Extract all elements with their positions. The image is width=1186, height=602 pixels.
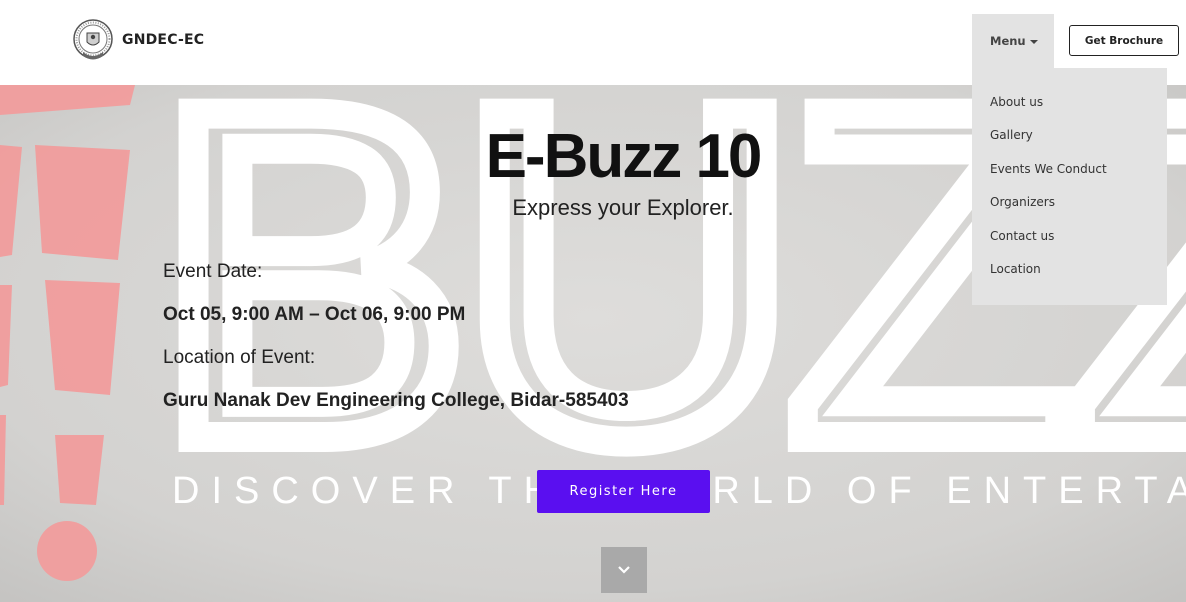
menu-item-contact-us[interactable]: Contact us <box>972 226 1167 259</box>
menu-label: Menu <box>990 34 1026 48</box>
brand[interactable]: GNDEC-EC <box>72 16 204 64</box>
get-brochure-button[interactable]: Get Brochure <box>1069 25 1179 56</box>
menu-item-about-us[interactable]: About us <box>972 92 1167 125</box>
scroll-down-button[interactable] <box>601 547 647 593</box>
chevron-down-icon <box>618 566 630 574</box>
menu-item-events-we-conduct[interactable]: Events We Conduct <box>972 159 1167 192</box>
caret-down-icon <box>1029 39 1038 44</box>
menu-item-organizers[interactable]: Organizers <box>972 192 1167 225</box>
register-button[interactable]: Register Here <box>537 470 710 513</box>
event-date-value: Oct 05, 9:00 AM – Oct 06, 9:00 PM <box>163 304 466 325</box>
menu-dropdown-toggle[interactable]: Menu <box>972 14 1054 68</box>
college-emblem-logo <box>73 19 113 60</box>
brand-name: GNDEC-EC <box>122 32 205 48</box>
event-location-label: Location of Event: <box>163 347 316 368</box>
menu-item-gallery[interactable]: Gallery <box>972 125 1167 158</box>
event-location-value: Guru Nanak Dev Engineering College, Bida… <box>163 390 629 411</box>
menu-dropdown: About us Gallery Events We Conduct Organ… <box>972 68 1167 305</box>
event-date-label: Event Date: <box>163 261 263 282</box>
menu-item-location[interactable]: Location <box>972 259 1167 292</box>
